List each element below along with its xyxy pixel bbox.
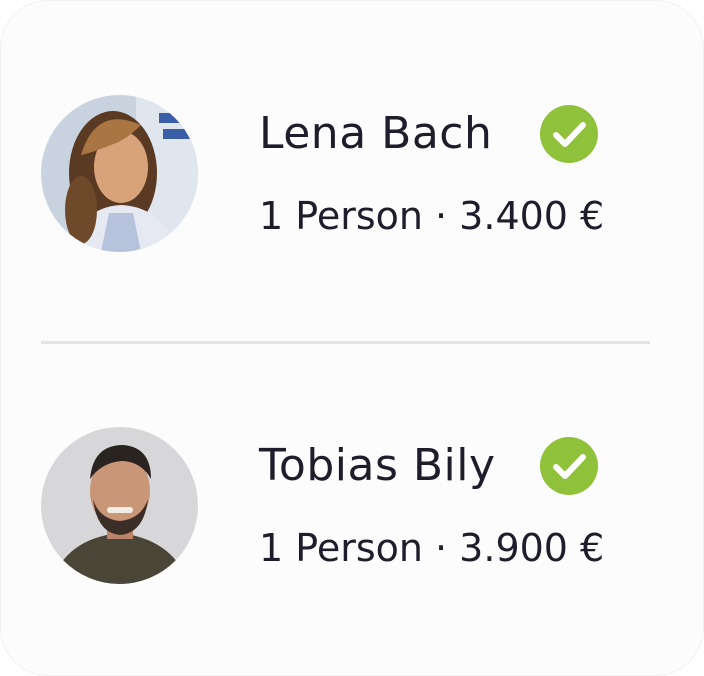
person-details: 1 Person · 3.900 € <box>259 526 605 570</box>
person-details: 1 Person · 3.400 € <box>259 194 605 238</box>
avatar <box>41 427 198 584</box>
people-card: Lena Bach 1 Person · 3.400 € Tobias Bily <box>0 0 704 676</box>
divider <box>41 341 650 344</box>
list-item[interactable]: Tobias Bily 1 Person · 3.900 € <box>0 427 704 587</box>
profile-photo-man-icon <box>41 427 198 584</box>
person-name: Lena Bach <box>259 108 493 159</box>
verified-check-icon <box>540 105 598 163</box>
avatar <box>41 95 198 252</box>
person-name: Tobias Bily <box>259 440 496 491</box>
verified-check-icon <box>540 437 598 495</box>
profile-photo-woman-icon <box>41 95 198 252</box>
list-item[interactable]: Lena Bach 1 Person · 3.400 € <box>0 95 704 255</box>
